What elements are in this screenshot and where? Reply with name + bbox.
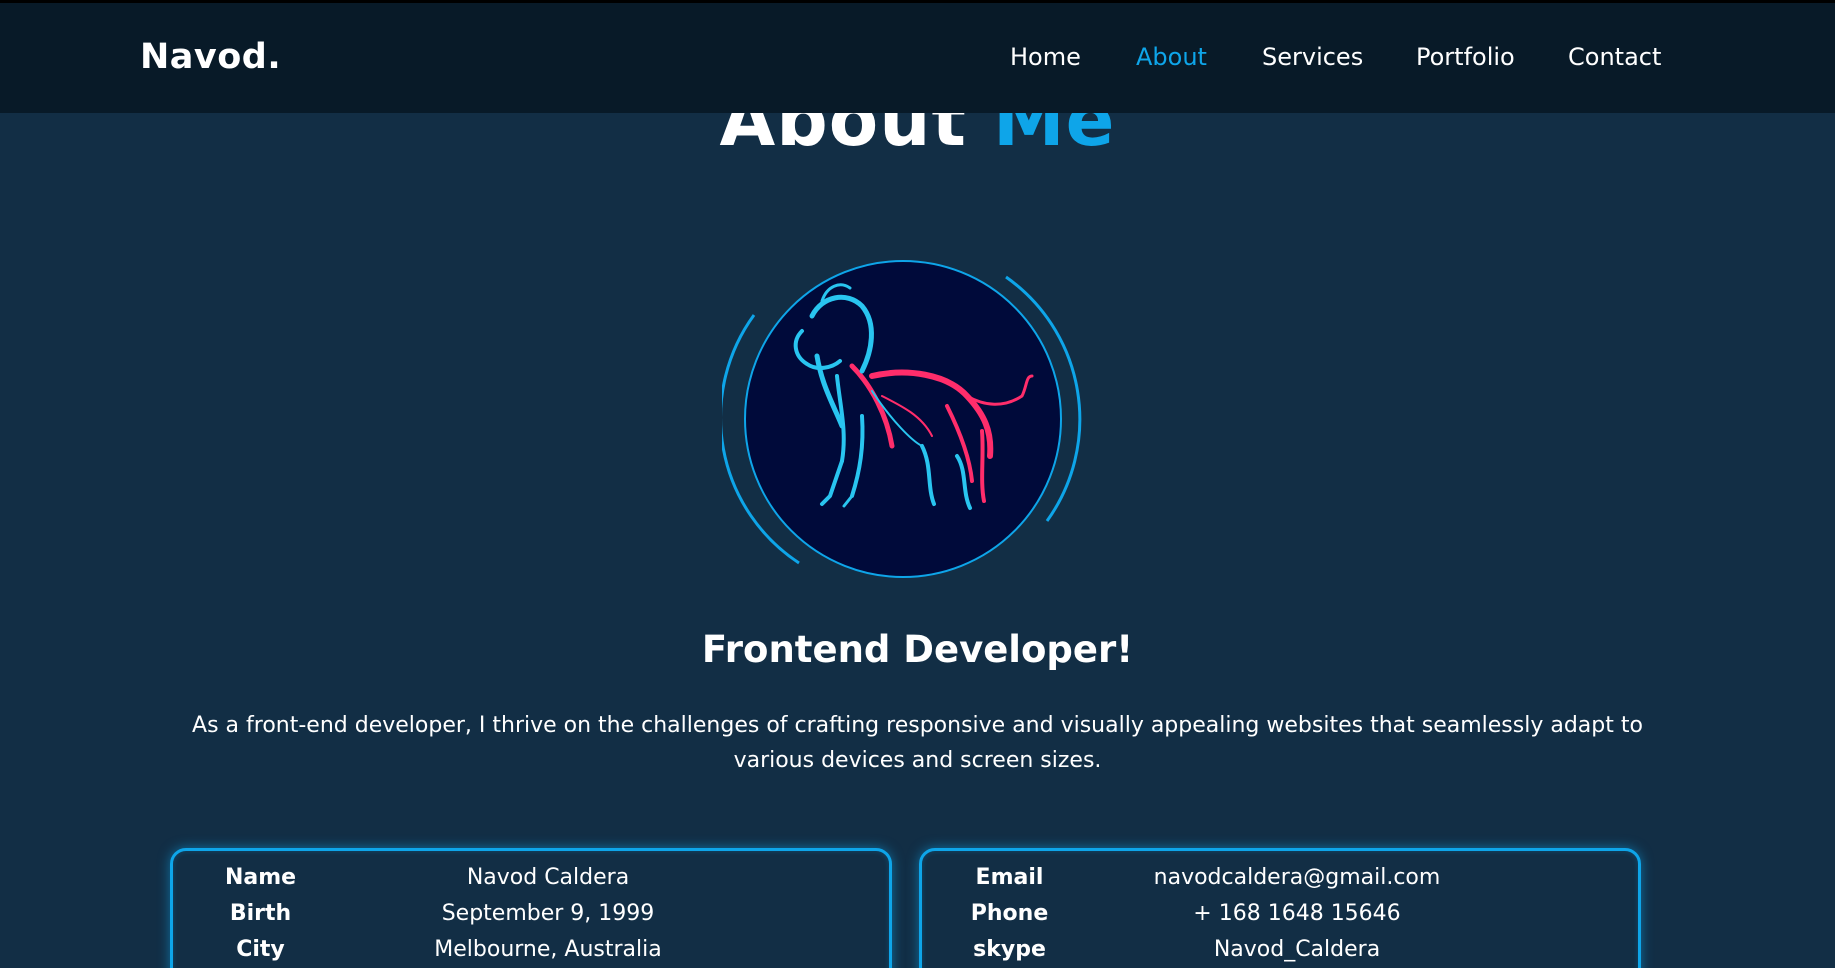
info-label: Email <box>975 865 1044 890</box>
info-label: Name <box>224 865 297 890</box>
info-label: skype <box>973 937 1046 962</box>
intro-text: As a front-end developer, I thrive on th… <box>192 713 1643 773</box>
info-row-city: City Melbourne, Australia <box>173 937 889 968</box>
contact-info-card: Email navodcaldera@gmail.com Phone + 168… <box>919 848 1641 968</box>
info-row-birth: Birth September 9, 1999 <box>173 901 889 937</box>
info-label: Birth <box>229 901 292 926</box>
info-value: Melbourne, Australia <box>434 937 662 962</box>
personal-info-card: Name Navod Caldera Birth September 9, 19… <box>170 848 892 968</box>
info-value: Navod Caldera <box>466 865 630 890</box>
info-row-name: Name Navod Caldera <box>173 865 889 901</box>
page: Navod. Home About Services Portfolio Con… <box>0 0 1835 968</box>
site-header: Navod. Home About Services Portfolio Con… <box>0 3 1835 113</box>
nav-contact[interactable]: Contact <box>1568 43 1661 71</box>
avatar <box>722 256 1084 618</box>
role-title: Frontend Developer! <box>701 628 1134 671</box>
phone-value: + 168 1648 15646 <box>1193 901 1401 926</box>
info-row-phone: Phone + 168 1648 15646 <box>922 901 1638 937</box>
email-link[interactable]: navodcaldera@gmail.com <box>1097 865 1497 890</box>
nav-home[interactable]: Home <box>1010 43 1081 71</box>
main-nav: Home About Services Portfolio Contact <box>0 43 1835 83</box>
nav-portfolio[interactable]: Portfolio <box>1416 43 1515 71</box>
info-row-email: Email navodcaldera@gmail.com <box>922 865 1638 901</box>
info-label: City <box>236 937 285 962</box>
nav-services[interactable]: Services <box>1262 43 1363 71</box>
info-label: Phone <box>970 901 1049 926</box>
lion-avatar-icon <box>722 260 1082 578</box>
info-row-skype: skype Navod_Caldera <box>922 937 1638 968</box>
skype-value: Navod_Caldera <box>1213 937 1381 962</box>
nav-about[interactable]: About <box>1136 43 1207 71</box>
info-value: September 9, 1999 <box>441 901 655 926</box>
